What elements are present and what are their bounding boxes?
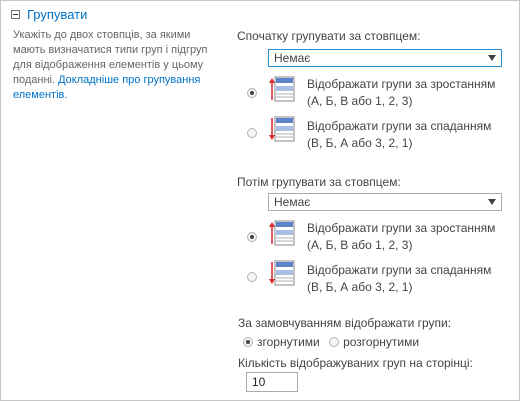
default-display-options: згорнутими розгорнутими: [243, 335, 425, 349]
second-descending-radio[interactable]: [247, 272, 257, 282]
second-ascending-label: Відображати групи за зростанням (А, Б, В…: [307, 220, 495, 254]
first-ascending-label: Відображати групи за зростанням (А, Б, В…: [307, 76, 495, 110]
second-descending-label: Відображати групи за спаданням (В, Б, А …: [307, 262, 491, 296]
collapsed-label: згорнутими: [257, 335, 320, 349]
groups-per-page-input[interactable]: [246, 372, 298, 392]
second-descending-line1: Відображати групи за спаданням: [307, 263, 492, 277]
second-group-label: Потім групувати за стовпцем:: [237, 175, 401, 189]
section-header-group-by[interactable]: Групувати: [11, 7, 87, 22]
first-ascending-line2: (А, Б, В або 1, 2, 3): [307, 94, 413, 108]
collapse-minus-icon[interactable]: [11, 10, 20, 19]
second-ascending-radio[interactable]: [247, 232, 257, 242]
first-descending-radio[interactable]: [247, 128, 257, 138]
default-display-label: За замовчуванням відображати групи:: [238, 316, 452, 330]
second-group-select-value: Немає: [274, 195, 311, 209]
sort-descending-icon: [269, 116, 295, 142]
sort-ascending-icon: [269, 76, 295, 102]
section-title: Групувати: [27, 7, 88, 22]
first-group-select-value: Немає: [274, 51, 311, 65]
sort-descending-icon: [269, 260, 295, 286]
second-ascending-line1: Відображати групи за зростанням: [307, 221, 496, 235]
expanded-label: розгорнутими: [343, 335, 420, 349]
sort-ascending-icon: [269, 220, 295, 246]
groups-per-page-label: Кількість відображуваних груп на сторінц…: [238, 356, 473, 370]
second-group-select[interactable]: Немає: [268, 193, 502, 211]
collapsed-radio[interactable]: [243, 337, 253, 347]
first-descending-line1: Відображати групи за спаданням: [307, 119, 492, 133]
dropdown-arrow-icon: [488, 199, 496, 205]
dropdown-arrow-icon: [488, 55, 496, 61]
first-group-label: Спочатку групувати за стовпцем:: [237, 29, 421, 43]
expanded-radio[interactable]: [329, 337, 340, 347]
second-descending-line2: (В, Б, А або 3, 2, 1): [307, 280, 413, 294]
first-group-select[interactable]: Немає: [268, 49, 502, 67]
first-descending-line2: (В, Б, А або 3, 2, 1): [307, 136, 413, 150]
first-ascending-radio[interactable]: [247, 88, 257, 98]
first-ascending-line1: Відображати групи за зростанням: [307, 77, 496, 91]
group-by-panel: Групувати Укажіть до двох стовпців, за я…: [0, 0, 520, 401]
first-descending-label: Відображати групи за спаданням (В, Б, А …: [307, 118, 491, 152]
second-ascending-line2: (А, Б, В або 1, 2, 3): [307, 238, 413, 252]
section-description: Укажіть до двох стовпців, за якими мають…: [13, 28, 213, 103]
